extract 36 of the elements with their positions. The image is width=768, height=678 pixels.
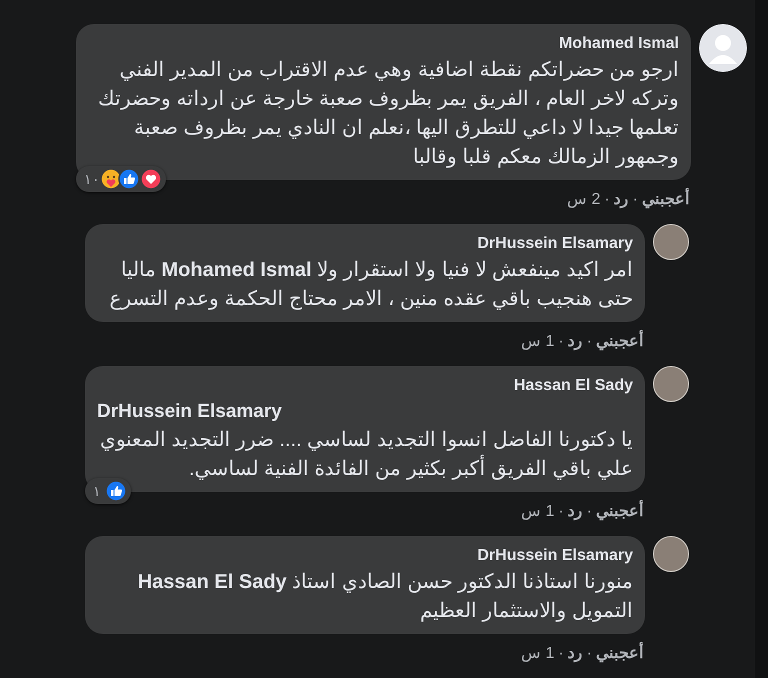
separator-dot: · xyxy=(632,190,638,210)
thumbs-up-icon xyxy=(118,168,140,190)
like-link[interactable]: أعجبني xyxy=(596,642,643,666)
reply-link[interactable]: رد xyxy=(568,330,583,354)
separator-dot: · xyxy=(558,644,564,664)
comment-time[interactable]: 1 س xyxy=(520,642,554,666)
like-link[interactable]: أعجبني xyxy=(642,188,689,212)
comment-author[interactable]: Hassan El Sady xyxy=(97,374,633,398)
avatar-silhouette-icon[interactable] xyxy=(699,24,747,72)
reply-link[interactable]: رد xyxy=(568,642,583,666)
comment-author[interactable]: Mohamed Ismal xyxy=(88,32,679,56)
reaction-summary[interactable]: ١٠ xyxy=(76,166,166,192)
like-link[interactable]: أعجبني xyxy=(596,500,643,524)
separator-dot: · xyxy=(586,502,592,522)
comment-time[interactable]: 2 س xyxy=(566,188,600,212)
reaction-count: ١ xyxy=(92,482,102,500)
hugging-face-icon xyxy=(100,168,122,190)
avatar-photo-placeholder[interactable] xyxy=(653,366,689,402)
comment-time[interactable]: 1 س xyxy=(520,500,554,524)
reply-link[interactable]: رد xyxy=(568,500,583,524)
avatar-photo-placeholder[interactable] xyxy=(653,224,689,260)
reaction-summary[interactable]: ١ xyxy=(85,478,131,504)
comment-author[interactable]: DrHussein Elsamary xyxy=(97,232,633,256)
reply-link[interactable]: رد xyxy=(614,188,629,212)
reaction-count: ١٠ xyxy=(83,170,101,188)
comment-time[interactable]: 1 س xyxy=(520,330,554,354)
mention-link[interactable]: DrHussein Elsamary xyxy=(97,398,633,426)
separator-dot: · xyxy=(558,502,564,522)
like-link[interactable]: أعجبني xyxy=(596,330,643,354)
avatar-photo-placeholder[interactable] xyxy=(653,536,689,572)
separator-dot: · xyxy=(604,190,610,210)
separator-dot: · xyxy=(586,332,592,352)
separator-dot: · xyxy=(586,644,592,664)
comment-author[interactable]: DrHussein Elsamary xyxy=(97,544,633,568)
thumbs-up-icon xyxy=(105,480,127,502)
separator-dot: · xyxy=(558,332,564,352)
